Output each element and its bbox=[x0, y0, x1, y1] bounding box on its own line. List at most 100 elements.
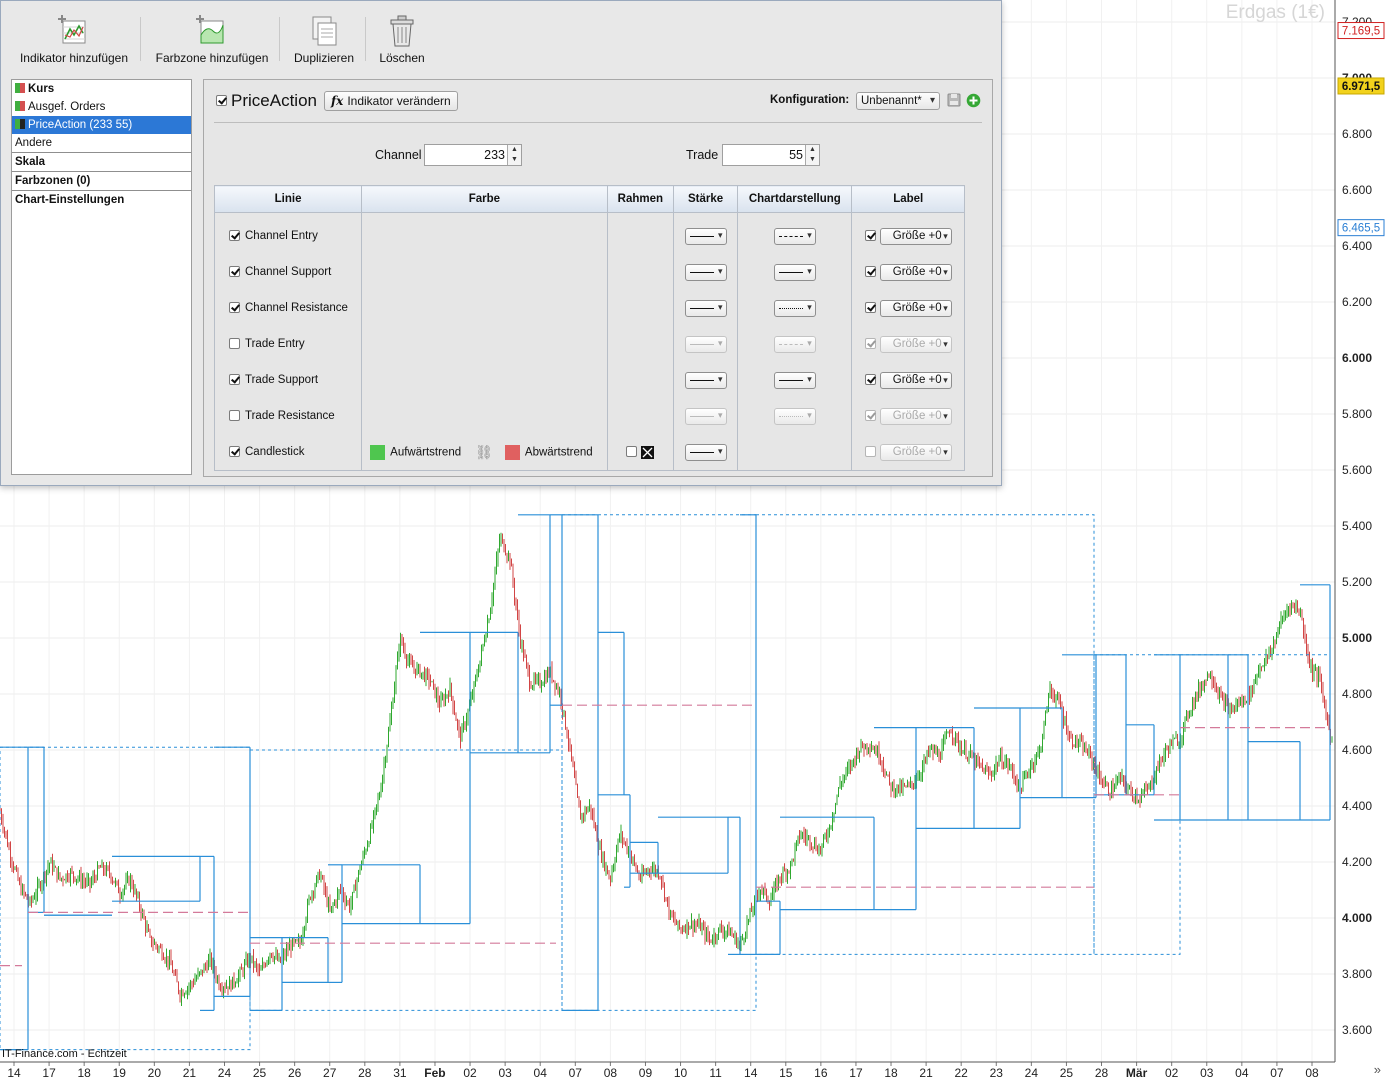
stepper-arrows-icon[interactable]: ▲ ▼ bbox=[805, 145, 819, 165]
add-colorzone-button[interactable]: Farbzone hinzufügen bbox=[153, 15, 271, 65]
line-enabled-checkbox[interactable] bbox=[229, 266, 240, 277]
config-label: Konfiguration: bbox=[770, 94, 850, 106]
label-enabled-checkbox[interactable] bbox=[864, 302, 876, 314]
delete-button[interactable]: Löschen bbox=[375, 15, 429, 65]
link-icon[interactable]: ⛓ bbox=[475, 444, 493, 461]
indicator-name: PriceAction bbox=[231, 91, 317, 110]
up-color-swatch[interactable] bbox=[370, 444, 386, 460]
line-enabled-checkbox[interactable] bbox=[229, 410, 240, 421]
line-width-dropdown[interactable] bbox=[684, 407, 727, 425]
line-style-dropdown[interactable] bbox=[773, 227, 816, 245]
duplicate-button[interactable]: Duplizieren bbox=[291, 15, 357, 65]
line-sample-icon bbox=[689, 271, 714, 273]
line-style-dropdown[interactable] bbox=[773, 263, 816, 281]
col-header-label: Label bbox=[851, 185, 965, 213]
y-tick-label: 4.600 bbox=[1342, 743, 1372, 757]
border-cell bbox=[606, 254, 674, 290]
label-size-dropdown[interactable]: Größe +0 bbox=[879, 263, 952, 281]
y-tick-label: 5.200 bbox=[1342, 575, 1372, 589]
line-name: Trade Resistance bbox=[245, 410, 335, 422]
line-style-dropdown[interactable] bbox=[773, 371, 816, 389]
line-width-dropdown[interactable] bbox=[684, 371, 727, 389]
line-width-dropdown[interactable] bbox=[684, 299, 727, 317]
label-size-dropdown[interactable]: Größe +0 bbox=[879, 371, 952, 389]
line-name-cell: Trade Support bbox=[213, 362, 363, 398]
color-swatch-icon bbox=[15, 99, 25, 111]
x-tick-label: 02 bbox=[463, 1066, 477, 1080]
line-width-dropdown[interactable] bbox=[684, 335, 727, 353]
x-tick-label: 31 bbox=[393, 1066, 407, 1080]
line-name: Candlestick bbox=[245, 446, 305, 458]
line-style-dropdown[interactable] bbox=[773, 335, 816, 353]
label-cell: Größe +0 bbox=[851, 398, 965, 434]
line-style-sample-icon bbox=[778, 379, 803, 381]
list-item-kurs[interactable]: Kurs bbox=[12, 80, 191, 98]
trade-stepper[interactable]: 55 ▲ ▼ bbox=[722, 144, 820, 166]
line-enabled-checkbox[interactable] bbox=[229, 302, 240, 313]
change-indicator-button[interactable]: fx Indikator verändern bbox=[324, 91, 458, 111]
list-item-farbzonen[interactable]: Farbzonen (0) bbox=[12, 172, 191, 191]
channel-entry-box bbox=[561, 514, 757, 1011]
label-cell: Größe +0 bbox=[851, 326, 965, 362]
color-cell bbox=[361, 212, 608, 254]
down-color-swatch[interactable] bbox=[504, 444, 520, 460]
indicator-enabled-checkbox[interactable] bbox=[216, 95, 227, 106]
toolbar-separator bbox=[140, 17, 141, 61]
list-item-skala[interactable]: Skala bbox=[12, 153, 191, 172]
list-item-priceaction[interactable]: PriceAction (233 55) bbox=[12, 116, 191, 134]
label-enabled-checkbox[interactable] bbox=[864, 266, 876, 278]
border-color-swatch[interactable] bbox=[641, 445, 655, 459]
list-item-label: Farbzonen (0) bbox=[15, 175, 91, 187]
border-cell bbox=[606, 212, 674, 254]
list-item-chart-settings[interactable]: Chart-Einstellungen bbox=[12, 191, 191, 209]
line-width-dropdown[interactable] bbox=[684, 227, 727, 245]
line-enabled-checkbox[interactable] bbox=[229, 230, 240, 241]
label-size-value: Größe +0 bbox=[892, 373, 942, 386]
line-width-dropdown[interactable] bbox=[684, 443, 727, 461]
border-cell bbox=[606, 290, 674, 326]
config-value: Unbenannt* bbox=[861, 95, 922, 107]
line-name-cell: Candlestick bbox=[213, 434, 363, 471]
save-icon[interactable] bbox=[947, 93, 961, 107]
stepper-arrows-icon[interactable]: ▲ ▼ bbox=[507, 145, 521, 165]
label-cell: Größe +0 bbox=[851, 290, 965, 326]
add-indicator-button[interactable]: Indikator hinzufügen bbox=[17, 15, 131, 65]
strength-cell bbox=[672, 290, 739, 326]
label-size-dropdown[interactable]: Größe +0 bbox=[879, 407, 952, 425]
x-tick-label: 23 bbox=[990, 1066, 1004, 1080]
list-item-andere[interactable]: Andere bbox=[12, 134, 191, 153]
list-item-label: Andere bbox=[15, 137, 53, 149]
scroll-right-icon[interactable]: » bbox=[1374, 1062, 1381, 1077]
label-size-dropdown[interactable]: Größe +0 bbox=[879, 335, 952, 353]
line-name: Trade Entry bbox=[245, 338, 305, 350]
line-name: Trade Support bbox=[245, 374, 319, 386]
label-enabled-checkbox[interactable] bbox=[864, 230, 876, 242]
x-tick-label: 19 bbox=[113, 1066, 127, 1080]
y-tick-label: 5.000 bbox=[1342, 631, 1372, 645]
config-select[interactable]: Unbenannt* bbox=[856, 92, 940, 110]
label-enabled-checkbox[interactable] bbox=[864, 410, 876, 422]
label-enabled-checkbox[interactable] bbox=[864, 446, 876, 458]
label-size-dropdown[interactable]: Größe +0 bbox=[879, 299, 952, 317]
label-enabled-checkbox[interactable] bbox=[864, 338, 876, 350]
x-tick-label: 10 bbox=[674, 1066, 688, 1080]
channel-stepper[interactable]: 233 ▲ ▼ bbox=[424, 144, 522, 166]
label-size-dropdown[interactable]: Größe +0 bbox=[879, 443, 952, 461]
y-tick-label: 5.800 bbox=[1342, 407, 1372, 421]
border-checkbox[interactable] bbox=[626, 446, 638, 458]
label-size-dropdown[interactable]: Größe +0 bbox=[879, 227, 952, 245]
add-config-icon[interactable] bbox=[966, 93, 981, 108]
y-tick-label: 6.000 bbox=[1342, 351, 1372, 365]
line-width-dropdown[interactable] bbox=[684, 263, 727, 281]
line-style-dropdown[interactable] bbox=[773, 407, 816, 425]
x-tick-label: 02 bbox=[1165, 1066, 1179, 1080]
list-item-orders[interactable]: Ausgef. Orders bbox=[12, 98, 191, 116]
label-enabled-checkbox[interactable] bbox=[864, 374, 876, 386]
line-enabled-checkbox[interactable] bbox=[229, 338, 240, 349]
add-colorzone-label: Farbzone hinzufügen bbox=[155, 51, 269, 65]
candlestick-checkbox[interactable] bbox=[229, 446, 240, 457]
col-header-staerke: Stärke bbox=[672, 185, 739, 213]
label-cell: Größe +0 bbox=[851, 212, 965, 254]
line-style-dropdown[interactable] bbox=[773, 299, 816, 317]
line-enabled-checkbox[interactable] bbox=[229, 374, 240, 385]
